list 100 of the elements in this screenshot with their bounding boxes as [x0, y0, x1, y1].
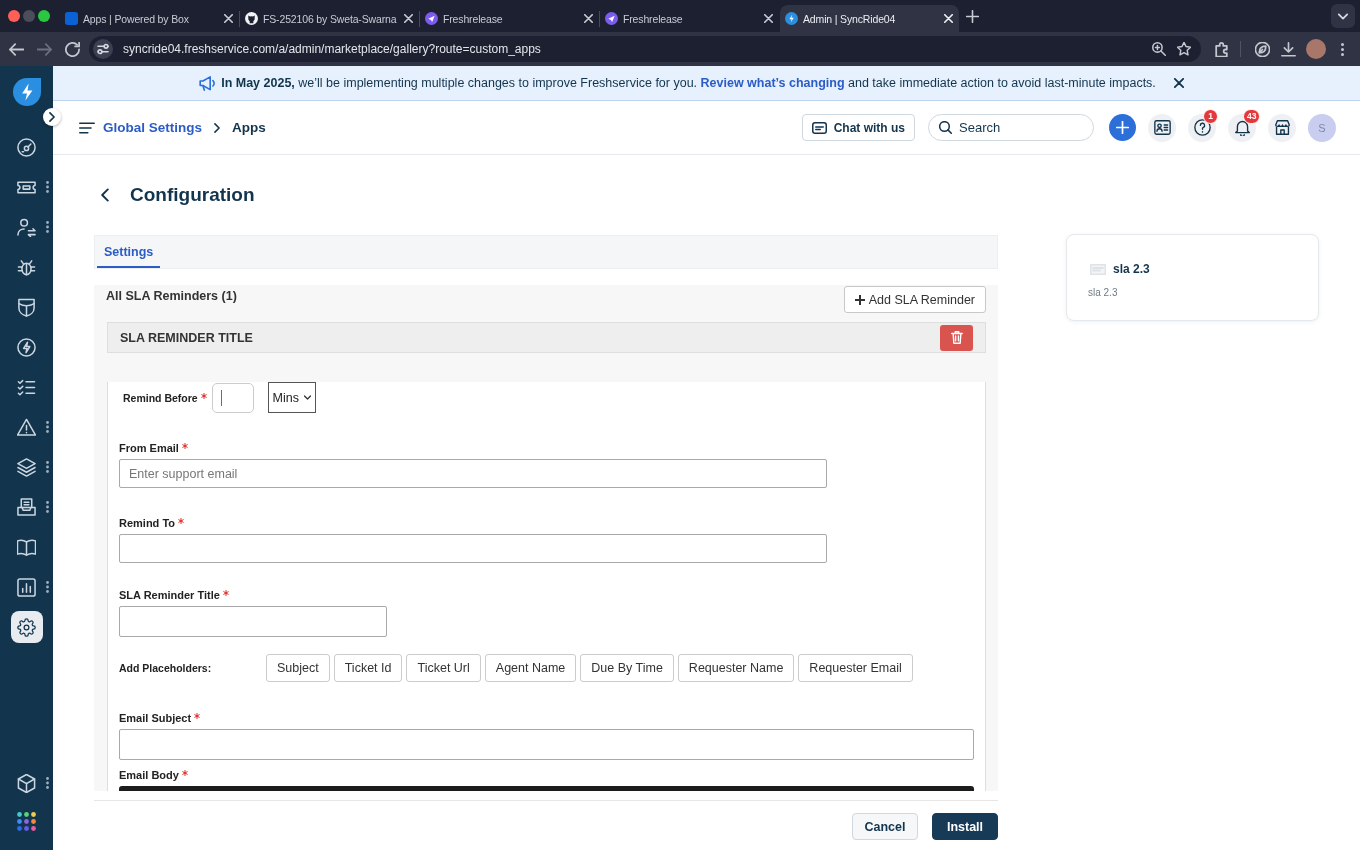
cancel-button[interactable]: Cancel [852, 813, 918, 840]
install-button[interactable]: Install [932, 813, 998, 840]
placeholder-button[interactable]: Requester Name [677, 654, 795, 682]
field-label: Email Body [119, 768, 179, 782]
reload-icon[interactable] [65, 41, 80, 57]
trash-icon [950, 331, 963, 344]
email-input[interactable]: Enter support email [119, 459, 827, 488]
leaf-icon[interactable] [1255, 41, 1270, 57]
plane-logo-icon [605, 12, 618, 25]
shield-icon [17, 297, 36, 317]
circle-logo-icon [245, 12, 258, 25]
gauge-icon [17, 137, 36, 157]
browser-tab[interactable]: Apps | Powered by Box [60, 5, 239, 32]
placeholder-button[interactable]: Requester Email [798, 654, 913, 682]
menu-icon[interactable] [79, 121, 95, 134]
plane-logo-icon [425, 12, 438, 25]
close-icon[interactable] [1173, 78, 1184, 88]
placeholder-button[interactable]: Ticket Id [333, 654, 403, 682]
placeholder-button[interactable]: Subject [266, 654, 330, 682]
warning-icon [17, 417, 36, 437]
bug-icon [17, 257, 36, 277]
app-title: sla 2.3 [1113, 262, 1150, 276]
placeholder-button[interactable]: Due By Time [580, 654, 674, 682]
chevron-down-icon [1338, 12, 1348, 20]
more-icon[interactable] [1341, 42, 1344, 56]
section-title: All SLA Reminders (1) [106, 289, 237, 303]
unit-select[interactable]: Mins [267, 382, 316, 413]
field-label: Email Subject [119, 711, 192, 725]
app-subtitle: sla 2.3 [1088, 287, 1119, 298]
card-title: SLA REMINDER TITLE [120, 330, 253, 345]
more-options-icon[interactable] [46, 777, 49, 789]
more-options-icon[interactable] [46, 221, 49, 233]
browser-tab[interactable]: Freshrelease [600, 5, 779, 32]
chevron-down-icon [303, 395, 311, 400]
announcement-text: In May 2025, we’ll be implementing multiple changes to improve Freshservice for you. Review what’s changing and take immediate action to avoid last-minute impacts. [221, 76, 1156, 90]
chat-button[interactable]: Chat with us [801, 114, 915, 141]
chevron-right-icon [214, 122, 220, 133]
star-icon[interactable] [1177, 42, 1191, 56]
lightning-icon [17, 337, 36, 357]
checklist-icon [17, 377, 36, 397]
bolt-logo-icon [785, 12, 798, 25]
tab-search-button[interactable] [1331, 4, 1355, 28]
number-input[interactable] [211, 382, 254, 413]
document-tray-icon [17, 497, 36, 517]
maximize-window-button[interactable] [38, 10, 50, 22]
placeholder-button[interactable]: Agent Name [484, 654, 577, 682]
expand-sidebar-button[interactable] [43, 108, 61, 126]
count-badge: 43 [1243, 108, 1261, 124]
help-icon [1193, 119, 1211, 136]
field-label: Add Placeholders: [119, 661, 212, 675]
bell-icon [1233, 119, 1251, 136]
square-logo-icon [65, 12, 78, 25]
close-window-button[interactable] [8, 10, 20, 22]
chevron-right-icon [49, 112, 55, 122]
store-button[interactable] [1268, 113, 1296, 142]
placeholder-button[interactable]: Ticket Url [406, 654, 481, 682]
breadcrumb-current: Apps [232, 120, 266, 135]
browser-tab[interactable]: FS-252106 by Sweta-Swarna [240, 5, 419, 32]
text-cursor-icon [220, 389, 222, 406]
plus-icon[interactable] [966, 9, 979, 23]
user-swap-icon [17, 217, 36, 237]
delete-button[interactable] [940, 324, 973, 351]
subject-input[interactable] [119, 729, 974, 760]
page-tab[interactable]: Settings [97, 236, 161, 268]
bar-chart-icon [17, 577, 36, 597]
more-options-icon[interactable] [46, 461, 49, 473]
puzzle-icon[interactable] [1214, 41, 1229, 57]
review-changes-link[interactable]: Review what’s changing [700, 76, 845, 90]
plus-icon [854, 294, 865, 305]
avatar-icon[interactable] [1306, 39, 1326, 59]
breadcrumb-link[interactable]: Global Settings [103, 120, 202, 135]
search-icon [939, 121, 952, 134]
chat-icon [811, 121, 827, 134]
more-options-icon[interactable] [46, 421, 49, 433]
browser-tab[interactable]: Freshrelease [420, 5, 599, 32]
layers-icon [17, 457, 36, 477]
megaphone-icon [199, 75, 216, 91]
contacts-button[interactable] [1148, 113, 1176, 142]
address-bar[interactable]: syncride04.freshservice.com/a/admin/marketplace/gallery?route=custom_apps [89, 36, 1201, 62]
email-input[interactable] [119, 534, 827, 563]
more-options-icon[interactable] [46, 581, 49, 593]
chevron-left-icon[interactable] [101, 188, 109, 202]
more-options-icon[interactable] [46, 181, 49, 193]
zoom-in-icon[interactable] [1152, 42, 1166, 56]
download-icon[interactable] [1281, 41, 1296, 57]
create-button[interactable] [1109, 114, 1136, 141]
tune-icon[interactable] [93, 39, 113, 59]
title-input[interactable] [119, 606, 387, 637]
more-options-icon[interactable] [46, 501, 49, 513]
forward-icon[interactable] [37, 41, 52, 57]
plus-icon [1116, 121, 1129, 134]
back-icon[interactable] [9, 41, 24, 57]
search-field[interactable]: Search [928, 114, 1094, 141]
app-card[interactable]: sla 2.3 sla 2.3 [1066, 234, 1319, 321]
field-label: Remind To [119, 516, 175, 530]
field-label: SLA Reminder Title [119, 588, 220, 602]
sidebar-nav-button[interactable] [10, 611, 43, 643]
browser-tab[interactable]: Admin | SyncRide04 [780, 5, 959, 32]
add-reminder-button[interactable]: Add SLA Reminder [843, 286, 986, 313]
bolt-logo-icon[interactable] [12, 78, 41, 106]
